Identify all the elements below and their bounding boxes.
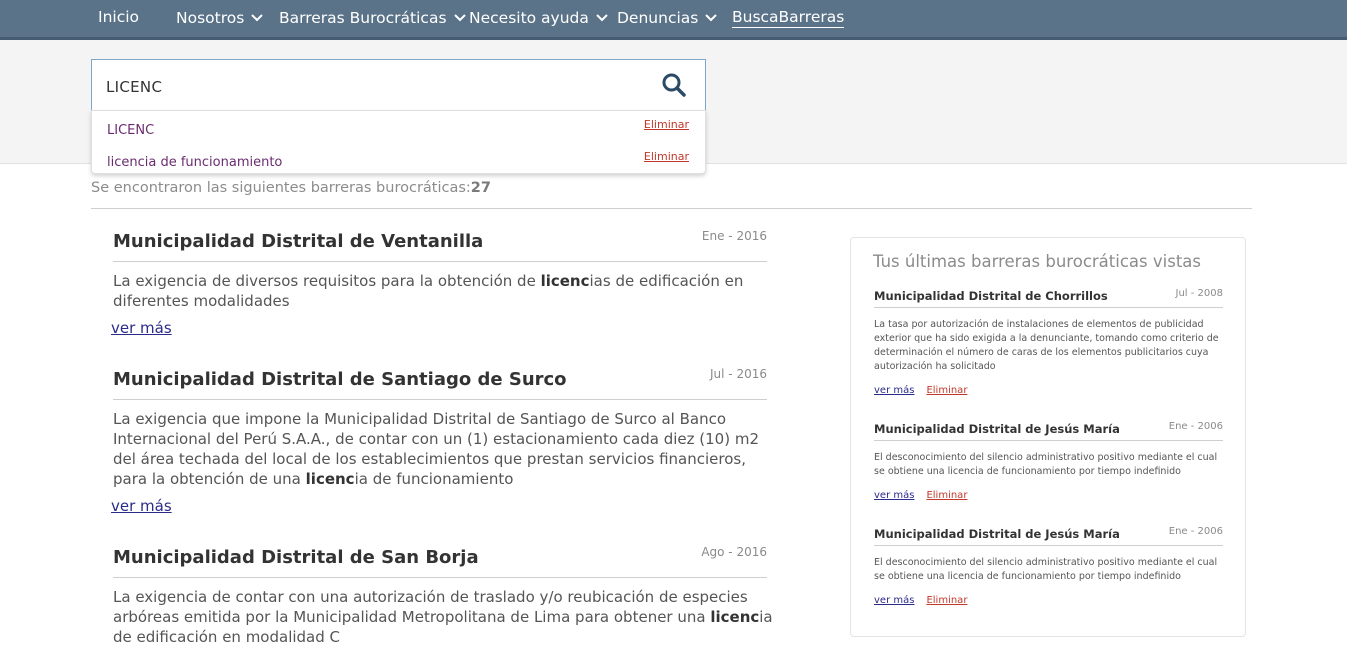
ver-mas-link[interactable]: ver más <box>111 319 172 337</box>
divider <box>113 399 767 400</box>
chevron-down-icon <box>251 7 264 27</box>
ver-mas-link[interactable]: ver más <box>111 497 172 515</box>
nav-item-label: BuscaBarreras <box>732 8 845 28</box>
nav-item-label: Denuncias <box>617 9 699 27</box>
nav-item-inicio[interactable]: Inicio <box>98 7 139 27</box>
nav-item-denuncias[interactable]: Denuncias <box>617 7 718 28</box>
results-count: 27 <box>470 180 491 196</box>
recent-item-description: El desconocimiento del silencio administ… <box>874 452 1218 477</box>
result-date: Ene - 2016 <box>701 229 767 243</box>
search-match: licenc <box>305 470 355 488</box>
remove-link[interactable]: Eliminar <box>926 595 967 606</box>
nav-item-label: Nosotros <box>176 9 245 27</box>
result-title[interactable]: Municipalidad Distrital de Santiago de S… <box>113 369 567 390</box>
results-summary-text: Se encontraron las siguientes barreras b… <box>91 180 471 196</box>
search-input[interactable]: LICENC <box>91 59 706 110</box>
result-description: La exigencia de diversos requisitos para… <box>113 272 744 310</box>
divider <box>113 577 767 578</box>
nav-item-necesito-ayuda[interactable]: Necesito ayuda <box>469 7 608 28</box>
search-match: licenc <box>540 272 590 290</box>
ver-mas-link[interactable]: ver más <box>874 595 914 606</box>
recently-viewed-panel: Tus últimas barreras burocráticas vistas… <box>850 237 1246 637</box>
results-summary: Se encontraron las siguientes barreras b… <box>91 180 491 196</box>
result-description: La exigencia de contar con una autorizac… <box>113 588 773 646</box>
divider <box>874 545 1223 546</box>
nav-item-nosotros[interactable]: Nosotros <box>176 7 264 28</box>
suggestion-item[interactable]: licencia de funcionamiento <box>107 155 282 170</box>
chevron-down-icon <box>453 7 466 27</box>
remove-suggestion-link[interactable]: Eliminar <box>644 118 689 131</box>
recent-item-date: Ene - 2006 <box>1168 421 1223 432</box>
chevron-down-icon <box>596 7 608 27</box>
divider <box>113 261 767 262</box>
remove-link[interactable]: Eliminar <box>926 385 967 396</box>
chevron-down-icon <box>705 7 718 27</box>
search-input-value: LICENC <box>106 78 163 96</box>
recent-item-date: Jul - 2008 <box>1175 288 1223 299</box>
nav-item-label: Inicio <box>98 8 140 26</box>
remove-suggestion-link[interactable]: Eliminar <box>644 150 689 163</box>
result-title[interactable]: Municipalidad Distrital de Ventanilla <box>113 231 483 252</box>
divider <box>874 440 1223 441</box>
ver-mas-link[interactable]: ver más <box>874 490 914 501</box>
recent-item-title[interactable]: Municipalidad Distrital de Jesús María <box>874 527 1120 541</box>
search-match: licenc <box>710 608 760 626</box>
divider <box>91 208 1252 209</box>
result-title[interactable]: Municipalidad Distrital de San Borja <box>113 547 479 568</box>
recent-item-actions: ver más Eliminar <box>874 595 967 606</box>
nav-item-buscabarreras[interactable]: BuscaBarreras <box>732 7 845 28</box>
search-suggestions: LICENC Eliminar licencia de funcionamien… <box>91 110 706 174</box>
result-description: La exigencia que impone la Municipalidad… <box>113 410 759 488</box>
result-date: Ago - 2016 <box>701 545 767 559</box>
search-icon[interactable] <box>661 72 687 98</box>
recent-item-actions: ver más Eliminar <box>874 490 967 501</box>
recent-item-description: El desconocimiento del silencio administ… <box>874 557 1218 582</box>
divider <box>874 307 1223 308</box>
top-navigation: Inicio Nosotros Barreras Burocráticas Ne… <box>0 0 1347 40</box>
ver-mas-link[interactable]: ver más <box>874 385 914 396</box>
panel-title: Tus últimas barreras burocráticas vistas <box>873 252 1201 271</box>
recent-item-title[interactable]: Municipalidad Distrital de Jesús María <box>874 422 1120 436</box>
recent-item-date: Ene - 2006 <box>1168 526 1223 537</box>
recent-item-actions: ver más Eliminar <box>874 385 967 396</box>
nav-item-label: Barreras Burocráticas <box>279 9 447 27</box>
nav-item-barreras[interactable]: Barreras Burocráticas <box>279 7 466 28</box>
recent-item-title[interactable]: Municipalidad Distrital de Chorrillos <box>874 289 1108 303</box>
nav-item-label: Necesito ayuda <box>469 9 589 27</box>
suggestion-item[interactable]: LICENC <box>107 123 154 138</box>
recent-item-description: La tasa por autorización de instalacione… <box>874 319 1219 372</box>
result-date: Jul - 2016 <box>710 367 767 381</box>
remove-link[interactable]: Eliminar <box>926 490 967 501</box>
